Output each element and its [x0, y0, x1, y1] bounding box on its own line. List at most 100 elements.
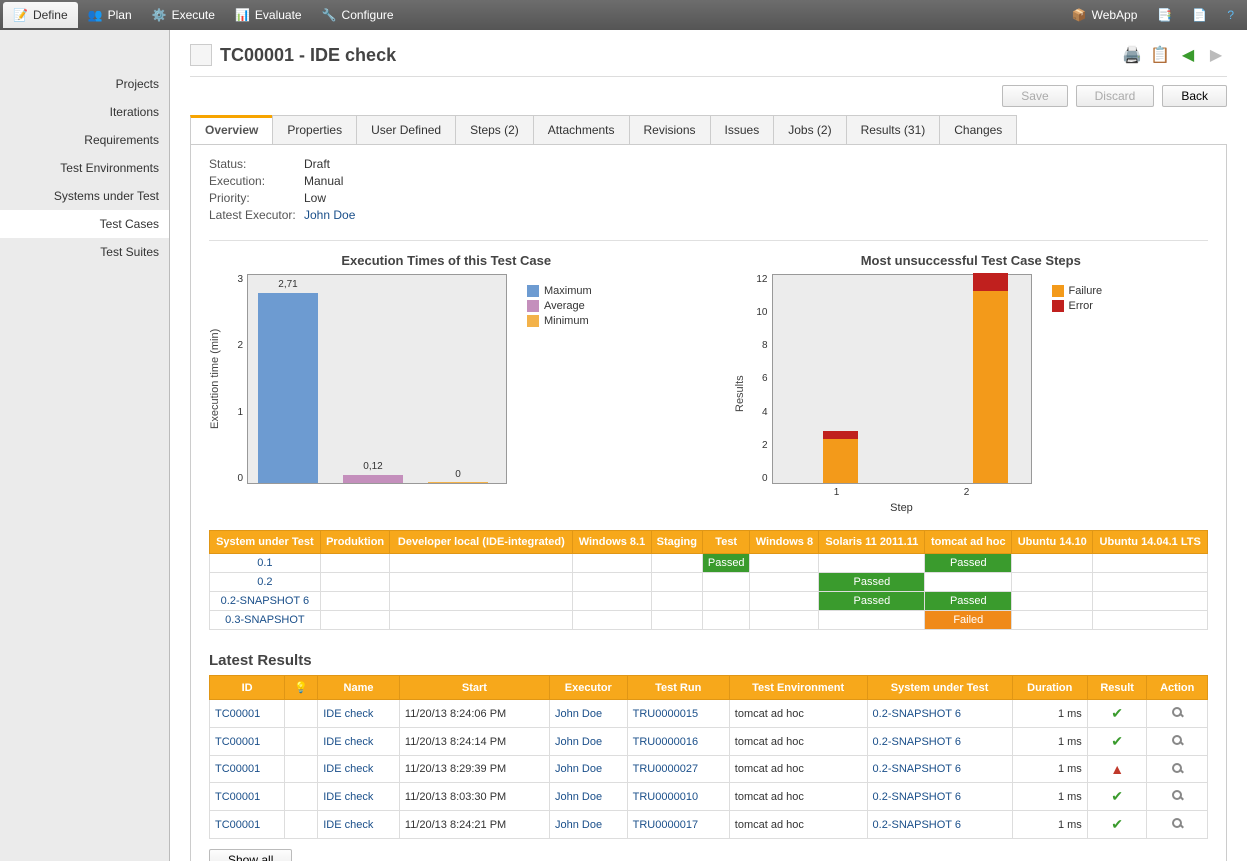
result-duration: 1 ms	[1012, 728, 1087, 756]
topbar-icon-1[interactable]: 📑	[1147, 2, 1182, 28]
sut-header: Solaris 11 2011.11	[819, 531, 925, 554]
tab-overview[interactable]: Overview	[190, 115, 273, 144]
topbar-item-execute[interactable]: ⚙️Execute	[142, 2, 225, 28]
sidebar-item-test-environments[interactable]: Test Environments	[0, 154, 169, 182]
result-sut[interactable]: 0.2-SNAPSHOT 6	[867, 728, 1012, 756]
tab-attachments[interactable]: Attachments	[533, 115, 630, 144]
sut-cell	[1093, 611, 1208, 630]
sut-cell	[750, 592, 819, 611]
result-executor[interactable]: John Doe	[550, 756, 628, 783]
topbar-item-webapp[interactable]: 📦WebApp	[1062, 2, 1148, 28]
result-executor[interactable]: John Doe	[550, 783, 628, 811]
result-name[interactable]: IDE check	[318, 811, 400, 839]
help-icon[interactable]: ?	[1217, 2, 1244, 28]
magnify-icon[interactable]	[1172, 707, 1182, 717]
sidebar-item-test-suites[interactable]: Test Suites	[0, 238, 169, 266]
plan-icon: 👥	[88, 8, 103, 22]
result-action[interactable]	[1147, 728, 1208, 756]
sut-row-name[interactable]: 0.2-SNAPSHOT 6	[210, 592, 321, 611]
chart-legend-2: FailureError	[1032, 274, 1103, 514]
magnify-icon[interactable]	[1172, 763, 1182, 773]
save-button[interactable]: Save	[1002, 85, 1067, 107]
sidebar-item-systems-under-test[interactable]: Systems under Test	[0, 182, 169, 210]
topbar-icon-2[interactable]: 📄	[1182, 2, 1217, 28]
discard-button[interactable]: Discard	[1076, 85, 1155, 107]
tab-changes[interactable]: Changes	[939, 115, 1017, 144]
topbar-item-configure[interactable]: 🔧Configure	[312, 2, 404, 28]
result-id[interactable]: TC00001	[210, 756, 285, 783]
tab-user-defined[interactable]: User Defined	[356, 115, 456, 144]
topbar-item-plan[interactable]: 👥Plan	[78, 2, 142, 28]
result-sut[interactable]: 0.2-SNAPSHOT 6	[867, 700, 1012, 728]
sut-cell	[390, 592, 573, 611]
result-name[interactable]: IDE check	[318, 756, 400, 783]
sut-cell	[573, 554, 651, 573]
result-run[interactable]: TRU0000017	[627, 811, 729, 839]
sut-header: Developer local (IDE-integrated)	[390, 531, 573, 554]
back-button[interactable]: Back	[1162, 85, 1227, 107]
sut-cell	[702, 611, 749, 630]
result-id[interactable]: TC00001	[210, 728, 285, 756]
chart-title-2: Most unsuccessful Test Case Steps	[734, 253, 1209, 268]
result-run[interactable]: TRU0000015	[627, 700, 729, 728]
clipboard-icon[interactable]: 📋	[1149, 44, 1171, 66]
tab-jobs[interactable]: Jobs (2)	[773, 115, 846, 144]
chart-plot-1: 2,710,120	[247, 274, 507, 484]
topbar-item-evaluate[interactable]: 📊Evaluate	[225, 2, 312, 28]
result-run[interactable]: TRU0000027	[627, 756, 729, 783]
magnify-icon[interactable]	[1172, 735, 1182, 745]
result-id[interactable]: TC00001	[210, 783, 285, 811]
nav-prev-icon[interactable]: ◀	[1177, 44, 1199, 66]
tab-steps[interactable]: Steps (2)	[455, 115, 534, 144]
result-run[interactable]: TRU0000010	[627, 783, 729, 811]
result-action[interactable]	[1147, 811, 1208, 839]
result-action[interactable]	[1147, 783, 1208, 811]
show-all-button[interactable]: Show all	[209, 849, 292, 861]
magnify-icon[interactable]	[1172, 818, 1182, 828]
sidebar-item-projects[interactable]: Projects	[0, 70, 169, 98]
result-sut[interactable]: 0.2-SNAPSHOT 6	[867, 783, 1012, 811]
print-icon[interactable]: 🖨️	[1121, 44, 1143, 66]
sidebar-item-test-cases[interactable]: Test Cases	[0, 210, 169, 238]
define-icon: 📝	[13, 8, 28, 22]
result-name[interactable]: IDE check	[318, 700, 400, 728]
sut-row-name[interactable]: 0.1	[210, 554, 321, 573]
result-duration: 1 ms	[1012, 756, 1087, 783]
tab-results[interactable]: Results (31)	[846, 115, 941, 144]
results-header: Start	[399, 676, 549, 700]
chart-xticks-2: 12	[772, 487, 1032, 498]
result-sut[interactable]: 0.2-SNAPSHOT 6	[867, 756, 1012, 783]
webapp-icon: 📦	[1072, 8, 1087, 22]
tab-properties[interactable]: Properties	[272, 115, 357, 144]
sut-cell: Passed	[819, 592, 925, 611]
result-action[interactable]	[1147, 756, 1208, 783]
result-id[interactable]: TC00001	[210, 700, 285, 728]
sut-cell	[651, 573, 702, 592]
evaluate-icon: 📊	[235, 8, 250, 22]
result-executor[interactable]: John Doe	[550, 700, 628, 728]
topbar-item-define[interactable]: 📝Define	[3, 2, 78, 28]
sut-header: Ubuntu 14.10	[1012, 531, 1093, 554]
sut-cell	[320, 573, 390, 592]
result-id[interactable]: TC00001	[210, 811, 285, 839]
result-name[interactable]: IDE check	[318, 783, 400, 811]
tab-revisions[interactable]: Revisions	[629, 115, 711, 144]
result-executor[interactable]: John Doe	[550, 811, 628, 839]
sut-row-name[interactable]: 0.3-SNAPSHOT	[210, 611, 321, 630]
results-header: Test Run	[627, 676, 729, 700]
nav-next-icon[interactable]: ▶	[1205, 44, 1227, 66]
sut-cell	[819, 611, 925, 630]
sut-header: Ubuntu 14.04.1 LTS	[1093, 531, 1208, 554]
sut-row-name[interactable]: 0.2	[210, 573, 321, 592]
tab-issues[interactable]: Issues	[710, 115, 775, 144]
result-name[interactable]: IDE check	[318, 728, 400, 756]
result-executor[interactable]: John Doe	[550, 728, 628, 756]
sidebar-item-requirements[interactable]: Requirements	[0, 126, 169, 154]
result-run[interactable]: TRU0000016	[627, 728, 729, 756]
magnify-icon[interactable]	[1172, 790, 1182, 800]
sut-cell	[702, 573, 749, 592]
sidebar-item-iterations[interactable]: Iterations	[0, 98, 169, 126]
result-action[interactable]	[1147, 700, 1208, 728]
latest-executor-value[interactable]: John Doe	[304, 208, 355, 222]
result-sut[interactable]: 0.2-SNAPSHOT 6	[867, 811, 1012, 839]
